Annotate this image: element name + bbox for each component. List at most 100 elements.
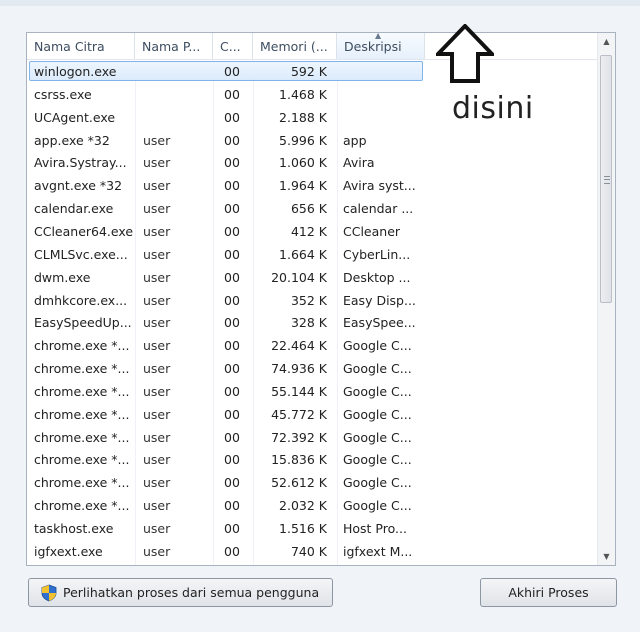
process-description xyxy=(343,107,427,129)
process-memory: 55.144 K xyxy=(271,383,327,399)
process-name: dwm.exe xyxy=(34,269,91,285)
process-row[interactable]: taskhost.exe user 00 1.516 K Host Pro... xyxy=(27,518,598,540)
process-memory: 412 K xyxy=(290,223,327,239)
sort-ascending-icon: ▲ xyxy=(375,33,382,40)
process-description xyxy=(343,61,427,83)
process-cpu: 00 xyxy=(224,223,240,239)
process-row[interactable]: CCleaner64.exe user 00 412 K CCleaner xyxy=(27,221,598,243)
process-row[interactable]: avgnt.exe *32 user 00 1.964 K Avira syst... xyxy=(27,175,598,197)
process-row[interactable]: calendar.exe user 00 656 K calendar ... xyxy=(27,198,598,220)
scroll-down-icon[interactable]: ▼ xyxy=(598,548,615,565)
process-description: CCleaner xyxy=(343,223,401,239)
process-row[interactable]: chrome.exe *... user 00 2.032 K Google C... xyxy=(27,495,598,517)
process-memory: 1.468 K xyxy=(279,86,327,102)
column-header-description[interactable]: ▲ Deskripsi xyxy=(337,33,425,59)
process-cpu: 00 xyxy=(224,178,240,194)
process-row[interactable]: EasySpeedUp... user 00 328 K EasySpee... xyxy=(27,312,598,334)
process-name: winlogon.exe xyxy=(34,64,117,79)
end-process-button[interactable]: Akhiri Proses xyxy=(480,578,617,607)
process-user: user xyxy=(143,338,171,354)
scroll-up-icon[interactable]: ▲ xyxy=(598,33,615,50)
process-memory: 1.664 K xyxy=(279,246,327,262)
process-description: Easy Disp... xyxy=(343,292,416,308)
process-row[interactable]: winlogon.exe 00 592 K xyxy=(27,61,598,83)
process-row[interactable]: Avira.Systray... user 00 1.060 K Avira xyxy=(27,152,598,174)
process-name: csrss.exe xyxy=(34,86,92,102)
process-row[interactable]: igfxext.exe user 00 740 K igfxext M... xyxy=(27,541,598,563)
show-all-processes-button[interactable]: Perlihatkan proses dari semua pengguna xyxy=(28,578,333,607)
process-cpu: 00 xyxy=(224,361,240,377)
process-cpu: 00 xyxy=(224,64,240,79)
process-row[interactable]: chrome.exe *... user 00 72.392 K Google C... xyxy=(27,427,598,449)
process-description: CyberLin... xyxy=(343,246,411,262)
column-header-label: Deskripsi xyxy=(344,39,402,54)
process-row[interactable]: CLMLSvc.exe... user 00 1.664 K CyberLin... xyxy=(27,244,598,266)
column-header-label: Memori (... xyxy=(260,39,328,54)
process-cpu: 00 xyxy=(224,109,240,125)
process-memory: 1.060 K xyxy=(279,155,327,171)
show-all-processes-label: Perlihatkan proses dari semua pengguna xyxy=(63,585,320,600)
process-description: Google C... xyxy=(343,383,412,399)
process-cpu: 00 xyxy=(224,429,240,445)
process-cpu: 00 xyxy=(224,269,240,285)
process-name: chrome.exe *... xyxy=(34,429,130,445)
process-cpu: 00 xyxy=(224,201,240,217)
process-row[interactable]: dmhkcore.ex... user 00 352 K Easy Disp... xyxy=(27,290,598,312)
process-memory: 2.032 K xyxy=(279,498,327,514)
vertical-scrollbar[interactable]: ▲ ▼ xyxy=(597,33,615,565)
column-header-image-name[interactable]: Nama Citra xyxy=(27,33,135,59)
process-row[interactable]: chrome.exe *... user 00 74.936 K Google C... xyxy=(27,358,598,380)
process-user: user xyxy=(143,361,171,377)
end-process-label: Akhiri Proses xyxy=(508,585,589,600)
process-user: user xyxy=(143,521,171,536)
process-description: Google C... xyxy=(343,429,412,445)
process-row[interactable]: chrome.exe *... user 00 22.464 K Google C... xyxy=(27,335,598,357)
process-memory: 5.996 K xyxy=(279,132,327,148)
process-description: Desktop ... xyxy=(343,269,411,285)
process-cpu: 00 xyxy=(224,338,240,354)
process-description: app xyxy=(343,132,367,148)
process-name: taskhost.exe xyxy=(34,521,114,536)
process-name: chrome.exe *... xyxy=(34,338,130,354)
process-name: chrome.exe *... xyxy=(34,361,130,377)
column-header-cpu[interactable]: C... xyxy=(213,33,253,59)
process-user: user xyxy=(143,543,171,559)
process-description xyxy=(343,84,427,106)
process-name: chrome.exe *... xyxy=(34,383,130,399)
process-cpu: 00 xyxy=(224,155,240,171)
process-memory: 656 K xyxy=(290,201,327,217)
process-name: calendar.exe xyxy=(34,201,114,217)
process-name: dmhkcore.ex... xyxy=(34,292,128,308)
process-user xyxy=(143,61,209,83)
process-cpu: 00 xyxy=(224,406,240,422)
process-memory: 352 K xyxy=(290,292,327,308)
process-user: user xyxy=(143,132,171,148)
process-memory: 15.836 K xyxy=(271,452,327,468)
process-row[interactable]: chrome.exe *... user 00 45.772 K Google C... xyxy=(27,404,598,426)
process-cpu: 00 xyxy=(224,498,240,514)
process-cpu: 00 xyxy=(224,315,240,331)
process-memory: 22.464 K xyxy=(271,338,327,354)
process-row[interactable]: app.exe *32 user 00 5.996 K app xyxy=(27,130,598,152)
process-memory: 2.188 K xyxy=(279,109,327,125)
process-description: Avira syst... xyxy=(343,178,416,194)
process-memory: 740 K xyxy=(290,543,327,559)
process-description: igfxext M... xyxy=(343,543,413,559)
process-memory: 20.104 K xyxy=(271,269,327,285)
process-name: CCleaner64.exe xyxy=(34,223,134,239)
process-user: user xyxy=(143,269,171,285)
process-cpu: 00 xyxy=(224,86,240,102)
grip-icon xyxy=(604,176,610,184)
process-row[interactable]: chrome.exe *... user 00 52.612 K Google C... xyxy=(27,472,598,494)
process-row[interactable]: dwm.exe user 00 20.104 K Desktop ... xyxy=(27,267,598,289)
process-memory: 74.936 K xyxy=(271,361,327,377)
scroll-thumb[interactable] xyxy=(600,55,612,303)
column-header-label: Nama P... xyxy=(142,39,201,54)
process-row[interactable]: chrome.exe *... user 00 55.144 K Google C... xyxy=(27,381,598,403)
process-name: CLMLSvc.exe... xyxy=(34,246,128,262)
column-header-memory[interactable]: Memori (... xyxy=(253,33,337,59)
column-header-user-name[interactable]: Nama P... xyxy=(135,33,213,59)
column-header-label: Nama Citra xyxy=(34,39,105,54)
process-row[interactable]: chrome.exe *... user 00 15.836 K Google C... xyxy=(27,449,598,471)
process-name: EasySpeedUp... xyxy=(34,315,132,331)
